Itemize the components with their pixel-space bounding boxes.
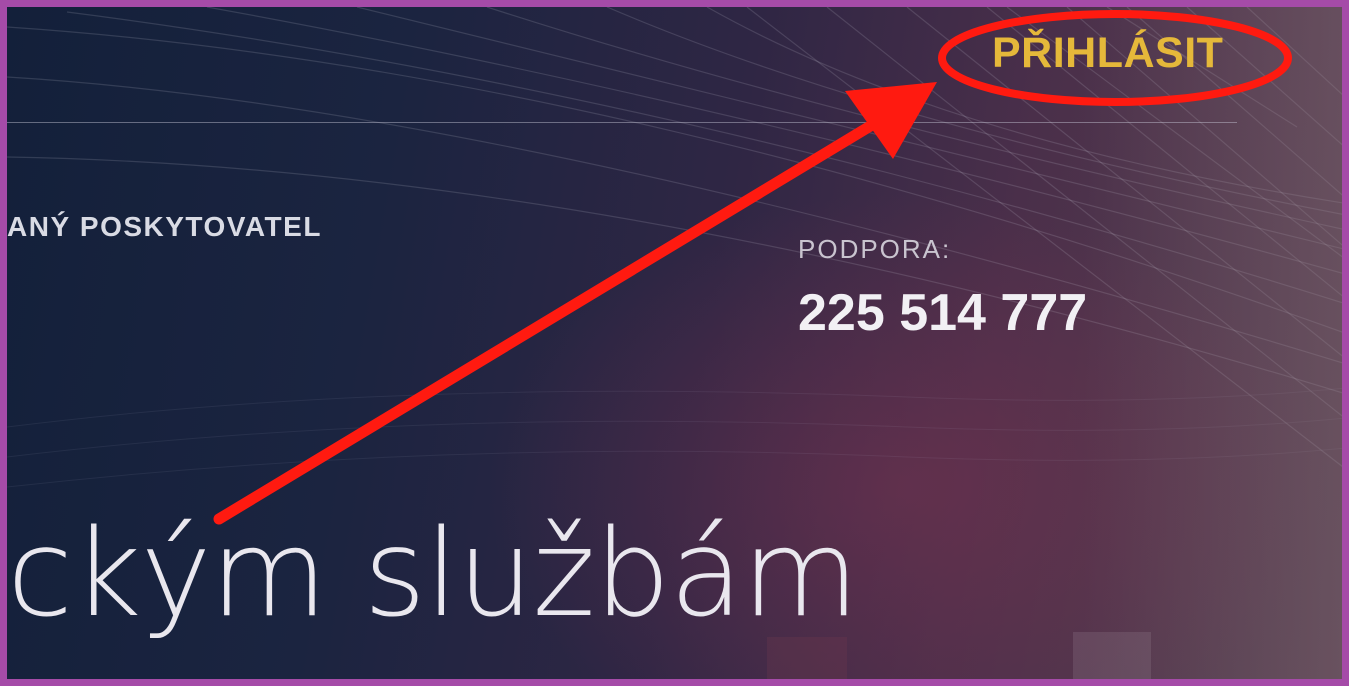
provider-tagline: ANÝ POSKYTOVATEL (7, 211, 322, 242)
support-label: PODPORA: (798, 234, 952, 264)
hero-heading: ckým službám (7, 505, 859, 644)
page-hero-section: PŘIHLÁSIT ANÝ POSKYTOVATEL PODPORA: 225 … (0, 0, 1349, 686)
decorative-square (1073, 632, 1151, 679)
login-link[interactable]: PŘIHLÁSIT (992, 29, 1223, 78)
support-phone-number[interactable]: 225 514 777 (798, 283, 1087, 343)
background-fade (1082, 7, 1342, 679)
decorative-square (767, 637, 847, 679)
header-divider (7, 122, 1237, 123)
